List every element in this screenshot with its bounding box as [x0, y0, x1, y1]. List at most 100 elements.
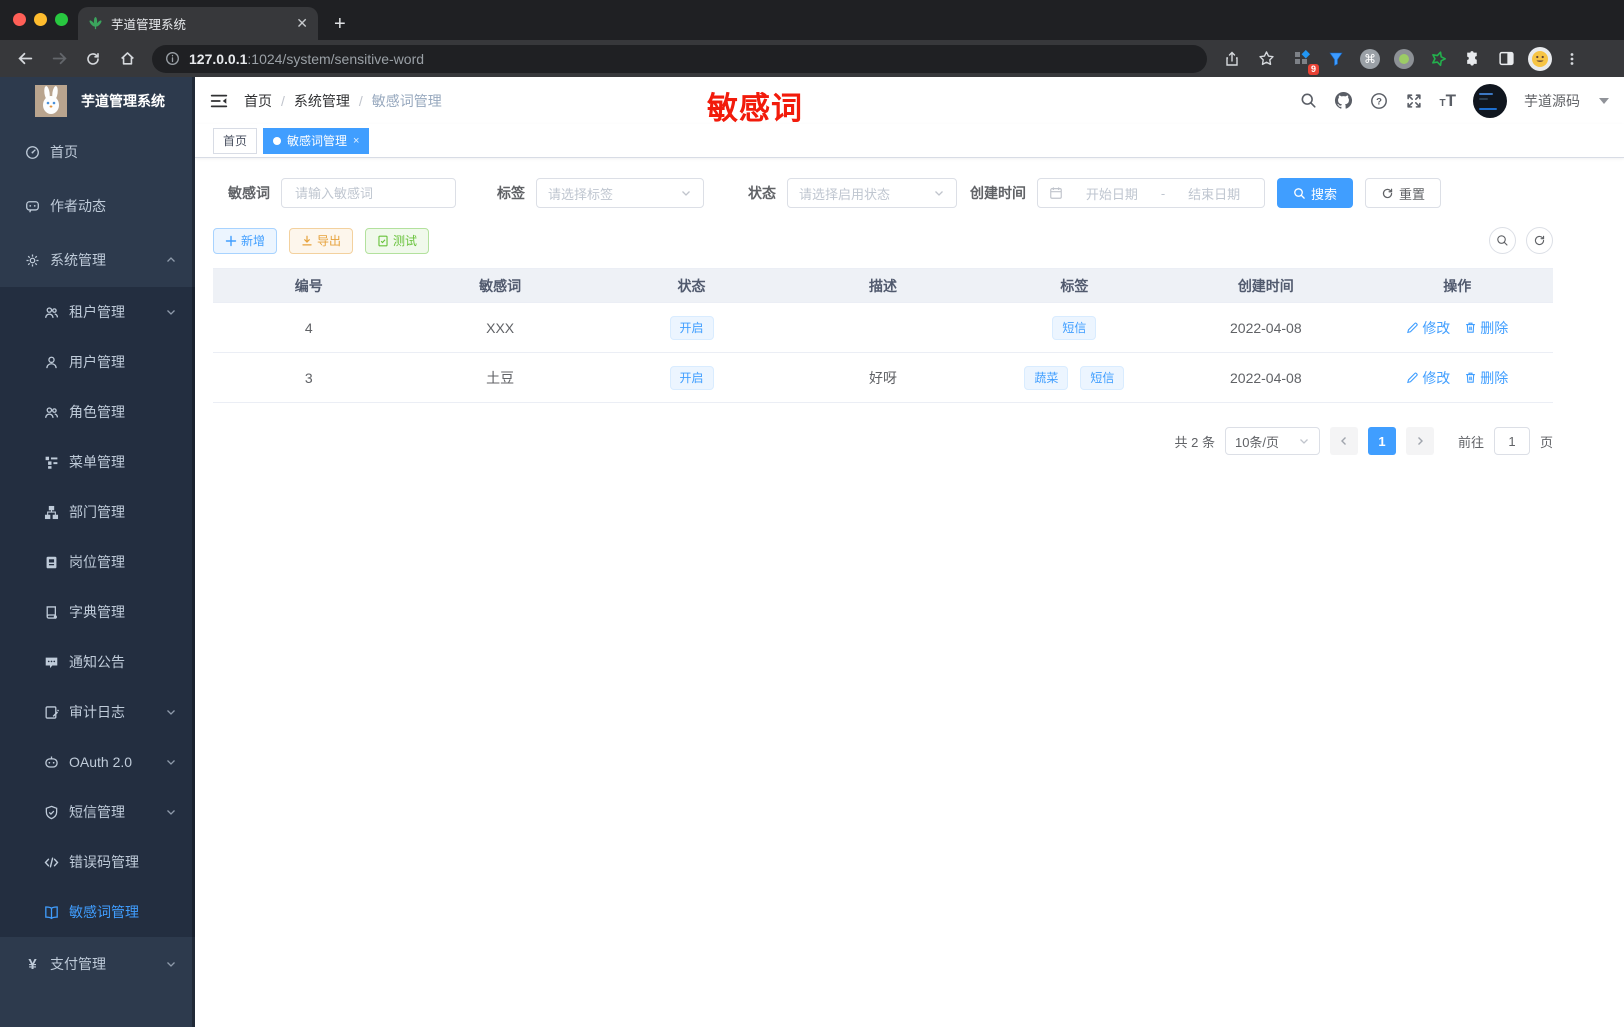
username[interactable]: 芋道源码	[1524, 91, 1580, 111]
chevron-down-icon	[165, 706, 177, 718]
date-range-picker[interactable]: 开始日期 - 结束日期	[1037, 178, 1265, 208]
delete-link[interactable]: 删除	[1464, 318, 1508, 338]
sidebar-item-label: 短信管理	[69, 804, 125, 820]
back-icon[interactable]	[10, 45, 40, 73]
browser-profile-avatar[interactable]	[1527, 46, 1553, 72]
close-window-button[interactable]	[13, 13, 26, 26]
help-icon[interactable]: ?	[1370, 92, 1388, 110]
address-bar[interactable]: 127.0.0.1:1024/system/sensitive-word	[152, 44, 1207, 73]
sidebar-item-tenant[interactable]: 租户管理	[0, 287, 195, 337]
sidebar-item-dict[interactable]: 字典管理	[0, 587, 195, 637]
cell-status: 开启	[595, 352, 788, 403]
search-button[interactable]: 搜索	[1277, 178, 1354, 208]
bookmark-star-icon[interactable]	[1251, 45, 1281, 73]
test-button[interactable]: 测试	[365, 227, 430, 254]
delete-link[interactable]: 删除	[1464, 368, 1508, 388]
sidebar-item-label: 通知公告	[69, 654, 125, 670]
page-number-current[interactable]: 1	[1367, 427, 1396, 455]
col-desc: 描述	[787, 268, 979, 303]
tag-sensitive-word[interactable]: 敏感词管理 ×	[263, 127, 370, 154]
chevron-left-icon	[1340, 437, 1346, 445]
goto-page-input[interactable]	[1493, 427, 1530, 455]
page-size-select[interactable]: 10条/页	[1224, 427, 1320, 455]
github-icon[interactable]	[1334, 91, 1353, 110]
sidebar-item-home[interactable]: 首页	[0, 125, 195, 179]
tag-select[interactable]: 请选择标签	[536, 178, 704, 208]
toggle-search-button[interactable]	[1489, 227, 1516, 254]
table-header-row: 编号 敏感词 状态 描述 标签 创建时间 操作	[213, 268, 1553, 303]
status-select[interactable]: 请选择启用状态	[787, 178, 957, 208]
reset-button[interactable]: 重置	[1365, 178, 1442, 208]
edit-pen-icon	[1407, 322, 1418, 334]
delete-link-label: 删除	[1480, 369, 1509, 386]
sidebar-item-sensitive-word[interactable]: 敏感词管理	[0, 887, 195, 937]
refresh-table-button[interactable]	[1526, 227, 1553, 254]
extension-record-icon[interactable]	[1391, 46, 1417, 72]
share-icon[interactable]	[1217, 45, 1247, 73]
table-toolbar: 新增 导出 测试	[213, 227, 1553, 254]
user-avatar[interactable]	[1473, 83, 1507, 118]
sidebar-item-sms[interactable]: 短信管理	[0, 787, 195, 837]
sidebar-fold-icon[interactable]	[210, 92, 228, 110]
breadcrumb-separator: /	[358, 92, 363, 109]
export-button[interactable]: 导出	[289, 227, 354, 254]
breadcrumb-section[interactable]: 系统管理	[294, 91, 350, 111]
navbar-actions: ? TT 芋道源码	[1300, 83, 1609, 118]
sidebar-item-menu[interactable]: 菜单管理	[0, 437, 195, 487]
org-tree-icon	[44, 505, 59, 520]
sidebar-item-system[interactable]: 系统管理	[0, 233, 195, 287]
add-button[interactable]: 新增	[213, 227, 278, 254]
app-logo-row[interactable]: 芋道管理系统	[0, 77, 195, 125]
tab-close-icon[interactable]: ✕	[296, 15, 308, 32]
extensions-puzzle-icon[interactable]	[1459, 46, 1485, 72]
sidebar-item-post[interactable]: 岗位管理	[0, 537, 195, 587]
minimize-window-button[interactable]	[34, 13, 47, 26]
reload-icon[interactable]	[78, 45, 108, 73]
prev-page-button[interactable]	[1329, 427, 1358, 455]
chevron-right-icon	[1417, 437, 1423, 445]
sidebar-item-audit-log[interactable]: 审计日志	[0, 687, 195, 737]
sidebar-item-label: 部门管理	[69, 504, 125, 520]
next-page-button[interactable]	[1405, 427, 1434, 455]
sidebar-item-notice[interactable]: 通知公告	[0, 637, 195, 687]
tag-close-icon[interactable]: ×	[353, 135, 359, 147]
sidebar-item-role[interactable]: 角色管理	[0, 387, 195, 437]
export-button-label: 导出	[317, 234, 342, 248]
browser-tab[interactable]: 芋道管理系统 ✕	[78, 7, 318, 40]
breadcrumb-home[interactable]: 首页	[244, 91, 272, 111]
svg-text:?: ?	[1376, 96, 1382, 107]
sidebar-item-error-code[interactable]: 错误码管理	[0, 837, 195, 887]
chevron-down-icon	[935, 191, 943, 196]
font-size-icon[interactable]: TT	[1440, 92, 1457, 109]
forward-icon[interactable]	[44, 45, 74, 73]
sidebar-item-label: 作者动态	[50, 198, 106, 214]
extension-grid-icon[interactable]: 9	[1289, 46, 1319, 75]
sidebar-item-user[interactable]: 用户管理	[0, 337, 195, 387]
home-icon[interactable]	[112, 45, 142, 73]
sidebar-item-pay[interactable]: ¥ 支付管理	[0, 937, 195, 991]
edit-link[interactable]: 修改	[1406, 368, 1450, 388]
extension-command-icon[interactable]: ⌘	[1357, 46, 1383, 72]
tag-home[interactable]: 首页	[213, 127, 258, 154]
sidebar-item-dept[interactable]: 部门管理	[0, 487, 195, 537]
browser-menu-dots-icon[interactable]	[1557, 45, 1587, 73]
site-info-icon[interactable]	[165, 51, 180, 66]
tag-select-placeholder: 请选择标签	[548, 186, 614, 202]
fullscreen-icon[interactable]	[1405, 92, 1423, 110]
keyword-input[interactable]	[293, 184, 444, 202]
new-tab-button[interactable]: +	[334, 14, 346, 34]
extension-funnel-icon[interactable]	[1323, 46, 1349, 72]
side-panel-icon[interactable]	[1493, 46, 1519, 72]
sidebar-item-author-news[interactable]: 作者动态	[0, 179, 195, 233]
sidebar-item-oauth[interactable]: OAuth 2.0	[0, 737, 195, 787]
extension-star-icon[interactable]	[1425, 46, 1451, 72]
window-controls[interactable]	[13, 13, 68, 26]
search-icon[interactable]	[1300, 92, 1317, 109]
sidebar-item-label: 错误码管理	[69, 854, 139, 870]
url-text[interactable]: 127.0.0.1:1024/system/sensitive-word	[189, 51, 424, 67]
app-title: 芋道管理系统	[81, 93, 165, 109]
dashboard-icon	[25, 145, 40, 160]
edit-link[interactable]: 修改	[1406, 318, 1450, 338]
maximize-window-button[interactable]	[55, 13, 68, 26]
caret-down-icon[interactable]	[1599, 97, 1609, 104]
